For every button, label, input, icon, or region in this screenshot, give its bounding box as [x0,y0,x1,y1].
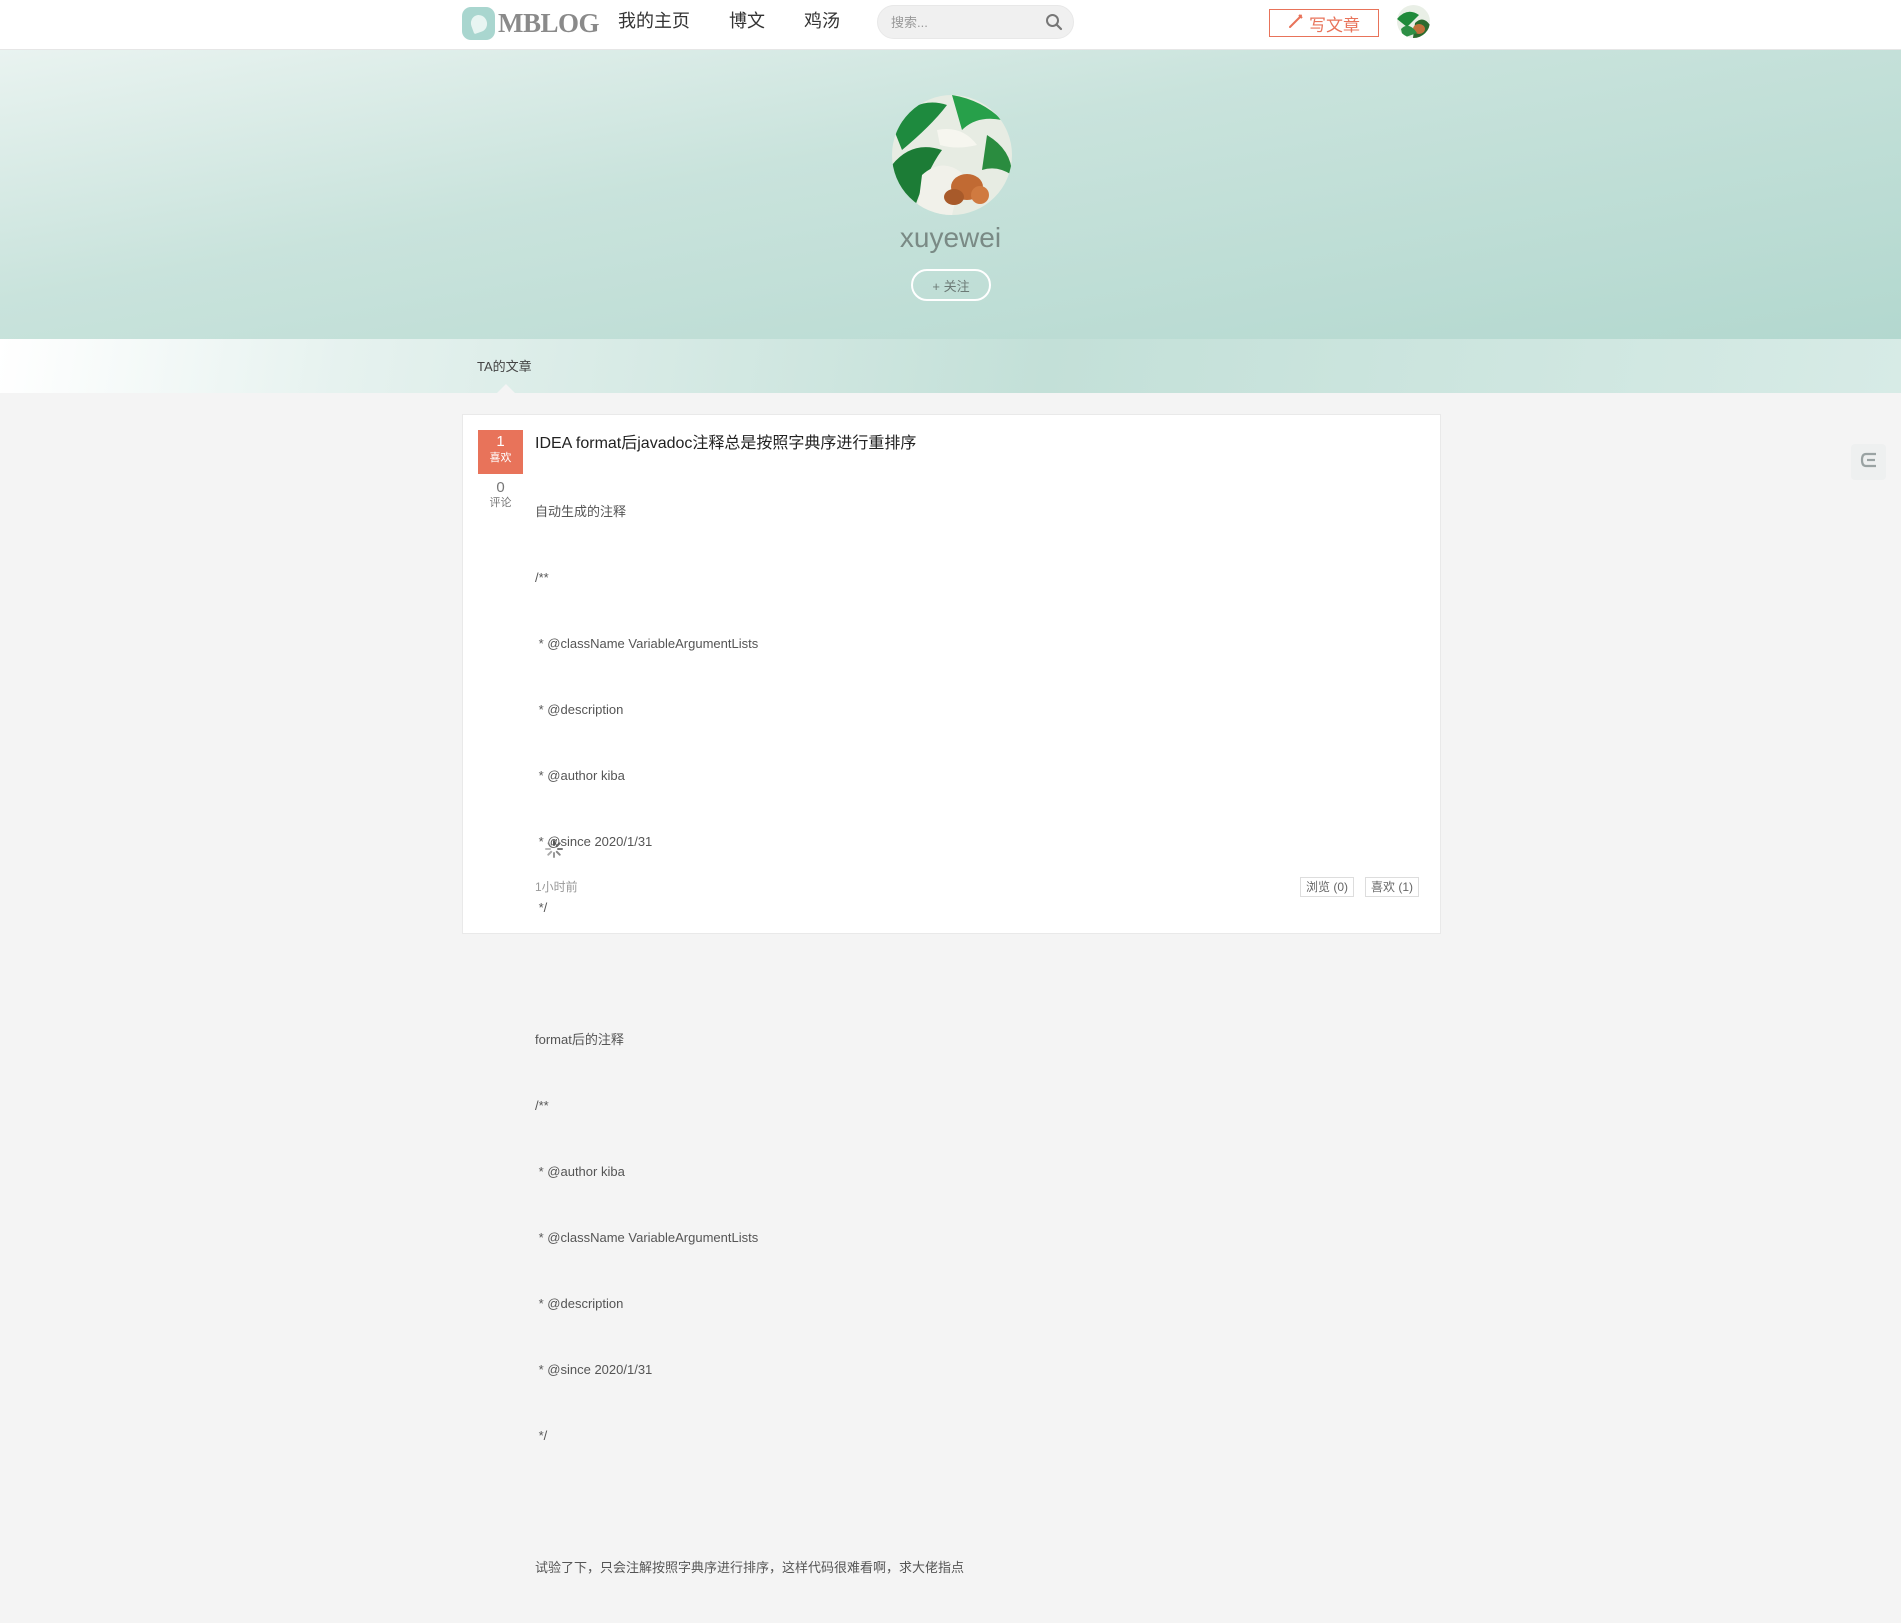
article-line: * @author kiba [535,768,625,783]
article-line: format后的注释 [535,1032,624,1047]
search-input[interactable] [878,6,1041,38]
article-time: 1小时前 [535,880,578,894]
search-box [877,5,1074,39]
article-line: * @since 2020/1/31 [535,1362,653,1377]
article-line: */ [535,900,548,915]
profile-hero: xuyewei + 关注 [0,50,1901,339]
write-article-button[interactable]: 写文章 [1269,9,1379,37]
like-label: 喜欢 [489,452,512,464]
article-line: * @description [535,702,624,717]
logo-text: MBLOG [498,8,600,38]
top-navbar: MBLOG 我的主页 博文 鸡汤 写文章 [0,0,1901,50]
article-line: * @className VariableArgumentLists [535,636,759,651]
nav-item-posts[interactable]: 博文 [729,9,765,33]
logo[interactable]: MBLOG [462,7,600,40]
tab-active-indicator [497,384,515,393]
side-tool-button[interactable] [1851,444,1886,480]
profile-tabs: TA的文章 [0,339,1901,393]
article-title[interactable]: IDEA format后javadoc注释总是按照字典序进行重排序 [535,429,916,453]
spinner-icon [544,839,564,864]
article-line: /** [535,1098,549,1113]
tab-articles[interactable]: TA的文章 [477,356,532,375]
nav-item-soup[interactable]: 鸡汤 [804,9,840,33]
profile-username: xuyewei [899,222,1002,253]
article-card: 1 喜欢 0 评论 IDEA format后javadoc注释总是按照字典序进行… [462,414,1441,1575]
main-nav: 我的主页 博文 鸡汤 [618,9,879,33]
pen-icon [1288,13,1309,34]
article-line [535,1491,964,1513]
comment-counter: 0 评论 [478,480,523,510]
article-line: 自动生成的注释 [535,504,627,519]
comment-label: 评论 [489,497,512,509]
article-line: */ [535,1428,548,1443]
article-line [535,963,964,985]
article-line: * @author kiba [535,1164,625,1179]
article-line: * @className VariableArgumentLists [535,1230,759,1245]
article-line: * @since 2020/1/31 [535,834,653,849]
article-line: /** [535,570,549,585]
article-body: 自动生成的注释 /** * @className VariableArgumen… [535,457,964,1623]
follow-button[interactable]: + 关注 [911,269,991,301]
article-line: 试验了下，只会注解按照字典序进行排序，这样代码很难看啊，求大佬指点 [535,1560,965,1575]
comment-count: 0 [496,479,505,496]
article-line: * @description [535,1296,624,1311]
like-counter[interactable]: 1 喜欢 [478,430,523,474]
logo-mark-icon [462,7,495,40]
side-tool-icon [1859,451,1879,474]
nav-item-home[interactable]: 我的主页 [618,9,690,33]
likes-stat[interactable]: 喜欢 (1) [1365,877,1420,897]
write-article-label: 写文章 [1309,15,1360,35]
like-count: 1 [496,433,505,450]
search-icon[interactable] [1045,13,1063,36]
profile-avatar [892,95,1012,215]
user-avatar[interactable] [1397,5,1430,38]
views-stat: 浏览 (0) [1300,877,1355,897]
